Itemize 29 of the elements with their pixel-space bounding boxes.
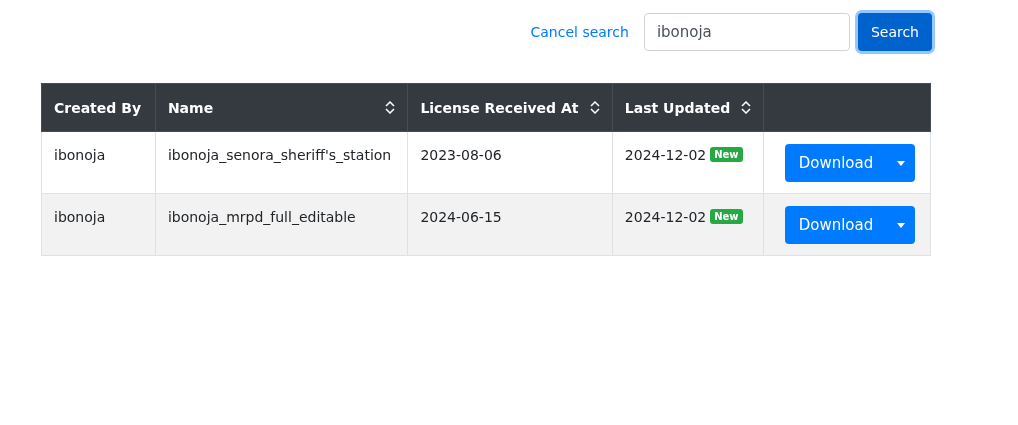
date-text: 2024-12-02: [624, 209, 707, 225]
sort-icon[interactable]: [385, 101, 396, 114]
name-cell: ibonoja_senora_sheriff's_station: [155, 131, 408, 194]
name-cell: ibonoja_mrpd_full_editable: [155, 193, 408, 256]
sort-icon[interactable]: [740, 101, 751, 114]
download-button[interactable]: Download: [784, 144, 888, 182]
dropdown-toggle[interactable]: [887, 206, 916, 244]
creator-cell: ibonoja: [41, 193, 156, 256]
search-field[interactable]: ibonoja: [643, 13, 850, 51]
search-button[interactable]: Search: [857, 13, 932, 51]
header-label: Last Updated: [624, 99, 731, 116]
header-label: License Received At: [420, 99, 579, 116]
creator-cell: ibonoja: [41, 131, 156, 194]
header-label: Created By: [54, 99, 141, 116]
cancel-search-link[interactable]: Cancel search: [530, 24, 629, 40]
date-text: 2024-12-02: [624, 147, 707, 163]
date-cell: 2023-08-06: [407, 131, 613, 194]
column-header[interactable]: License Received At: [407, 83, 613, 132]
caret-icon: [897, 160, 906, 166]
column-header[interactable]: Name: [155, 83, 408, 132]
new-badge: New: [710, 209, 743, 224]
download-button[interactable]: Download: [784, 206, 888, 244]
column-header[interactable]: Last Updated: [612, 83, 764, 132]
dropdown-toggle[interactable]: [887, 144, 916, 182]
sort-icon[interactable]: [589, 101, 600, 114]
header-label: Name: [167, 99, 214, 116]
caret-icon: [897, 222, 906, 228]
new-badge: New: [710, 147, 743, 162]
date-cell: 2024-06-15: [407, 193, 613, 256]
